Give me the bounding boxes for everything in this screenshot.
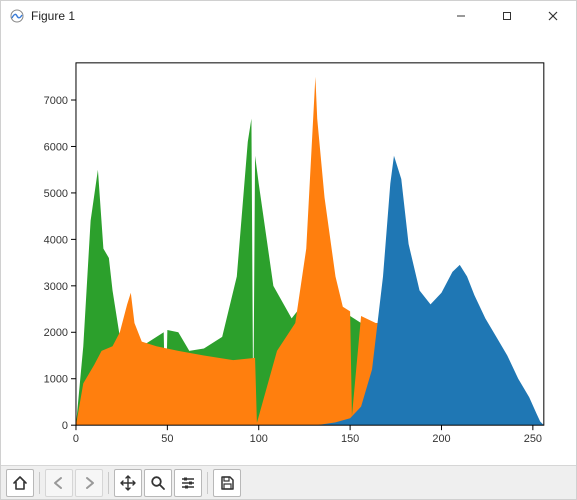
- home-button[interactable]: [6, 469, 34, 497]
- toolbar-separator: [39, 472, 40, 494]
- svg-text:250: 250: [524, 433, 542, 445]
- figure-window: Figure 1 0 50 100 150 200 250 0 1000 2000 3000 400…: [0, 0, 577, 500]
- svg-text:150: 150: [341, 433, 359, 445]
- svg-text:7000: 7000: [44, 95, 68, 107]
- svg-text:200: 200: [432, 433, 450, 445]
- histogram-chart: 0 50 100 150 200 250 0 1000 2000 3000 4000 5000 6000…: [1, 31, 576, 465]
- close-button[interactable]: [530, 1, 576, 31]
- navigation-toolbar: [1, 465, 576, 499]
- svg-text:50: 50: [161, 433, 173, 445]
- maximize-button[interactable]: [484, 1, 530, 31]
- window-title: Figure 1: [31, 9, 75, 23]
- svg-text:6000: 6000: [44, 141, 68, 153]
- svg-text:0: 0: [62, 420, 68, 432]
- back-button[interactable]: [45, 469, 73, 497]
- svg-text:3000: 3000: [44, 281, 68, 293]
- toolbar-separator: [207, 472, 208, 494]
- app-icon: [9, 8, 25, 24]
- zoom-button[interactable]: [144, 469, 172, 497]
- svg-text:2000: 2000: [44, 327, 68, 339]
- plot-area: 0 50 100 150 200 250 0 1000 2000 3000 4000 5000 6000…: [1, 31, 576, 465]
- save-button[interactable]: [213, 469, 241, 497]
- forward-button[interactable]: [75, 469, 103, 497]
- svg-text:1000: 1000: [44, 374, 68, 386]
- minimize-button[interactable]: [438, 1, 484, 31]
- titlebar: Figure 1: [1, 1, 576, 32]
- svg-text:100: 100: [250, 433, 268, 445]
- svg-text:4000: 4000: [44, 234, 68, 246]
- svg-text:0: 0: [73, 433, 79, 445]
- toolbar-separator: [108, 472, 109, 494]
- svg-text:5000: 5000: [44, 188, 68, 200]
- pan-button[interactable]: [114, 469, 142, 497]
- configure-subplots-button[interactable]: [174, 469, 202, 497]
